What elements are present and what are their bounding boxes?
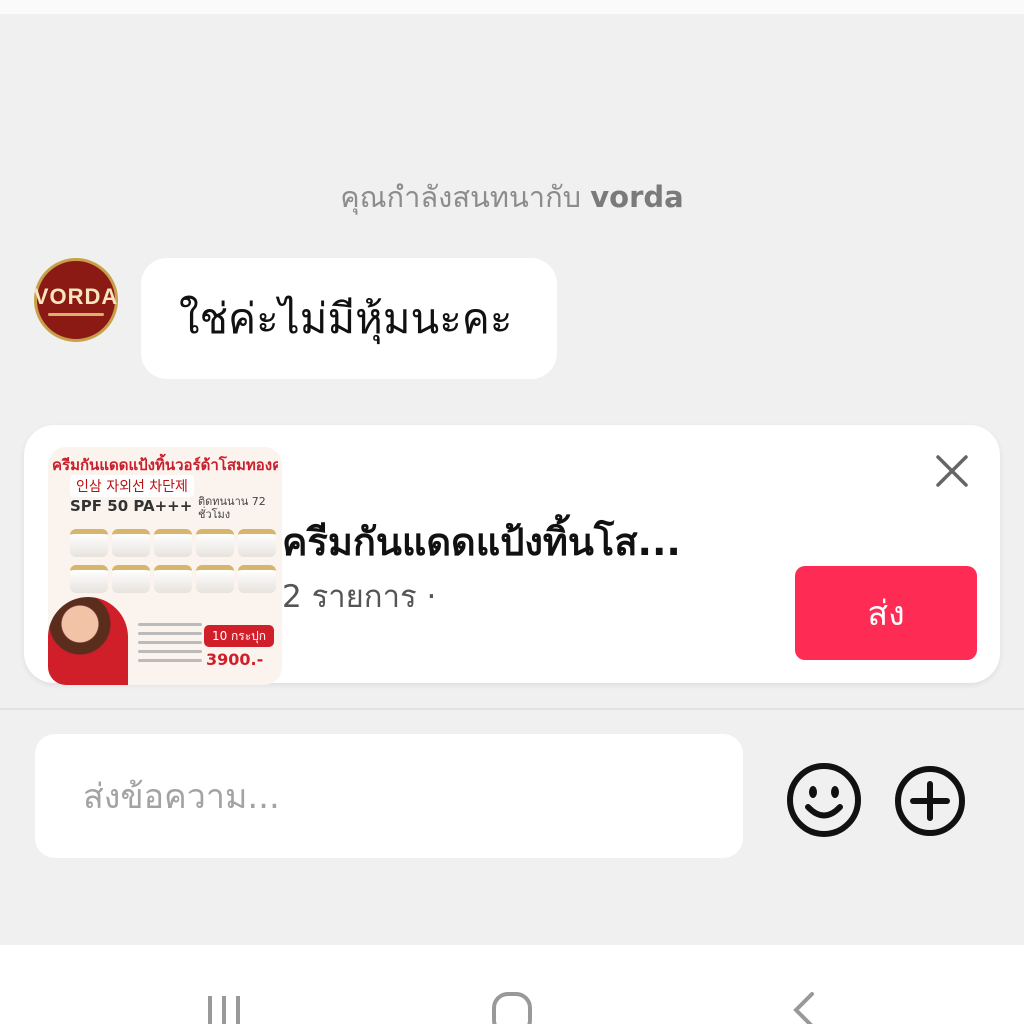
thumbnail-korean-text: 인삼 자외선 차단제 (70, 475, 194, 497)
product-jar (154, 565, 192, 593)
product-card[interactable]: ครีมกันแดดแป้งทิ้นวอร์ด้าโสมทองคำ 인삼 자외선… (24, 425, 1000, 685)
thumbnail-price: 3900.- (206, 650, 264, 669)
product-jar (112, 529, 150, 557)
thumbnail-feature-list (138, 617, 202, 668)
product-subtitle: 2 รายการ · (282, 579, 437, 615)
status-bar-strip (0, 0, 1024, 14)
thumbnail-model-image (48, 597, 128, 685)
product-jar (196, 529, 234, 557)
product-title: ครีมกันแดดแป้งทิ้นโส... (282, 520, 681, 564)
thumbnail-pack-badge: 10 กระปุก (204, 625, 274, 647)
product-jar (70, 529, 108, 557)
home-icon[interactable] (490, 990, 534, 1024)
thumbnail-headline: ครีมกันแดดแป้งทิ้นวอร์ด้าโสมทองคำ (52, 456, 278, 474)
thumbnail-lasting: ติดทนนาน 72 ชั่วโมง (198, 495, 266, 521)
chat-partner-name: vorda (590, 180, 684, 214)
product-jar (70, 565, 108, 593)
product-jar (112, 565, 150, 593)
product-jar (196, 565, 234, 593)
chat-info-prefix: คุณกำลังสนทนากับ (340, 180, 582, 214)
message-text: ใช่ค่ะไม่มีหุ้มนะคะ (179, 293, 513, 343)
back-icon[interactable] (786, 990, 820, 1024)
recent-apps-icon[interactable] (204, 990, 244, 1024)
message-bubble[interactable]: ใช่ค่ะไม่มีหุ้มนะคะ (141, 258, 557, 379)
product-thumbnail[interactable]: ครีมกันแดดแป้งทิ้นวอร์ด้าโสมทองคำ 인삼 자외선… (48, 447, 282, 685)
avatar-underline (48, 313, 104, 316)
avatar-brand-text: VORDA (33, 284, 119, 309)
close-icon[interactable] (934, 453, 970, 489)
avatar[interactable]: VORDA (34, 258, 118, 342)
divider (0, 708, 1024, 710)
chat-info-banner: คุณกำลังสนทนากับ vorda (0, 174, 1024, 220)
plus-icon[interactable] (894, 765, 966, 837)
message-input-placeholder: ส่งข้อความ... (83, 777, 280, 817)
thumbnail-spf: SPF 50 PA+++ (70, 497, 193, 515)
product-jar (238, 565, 276, 593)
product-jar (238, 529, 276, 557)
product-jar (154, 529, 192, 557)
emoji-icon[interactable] (786, 762, 862, 838)
send-product-button[interactable]: ส่ง (795, 566, 977, 660)
message-input[interactable]: ส่งข้อความ... (35, 734, 743, 858)
